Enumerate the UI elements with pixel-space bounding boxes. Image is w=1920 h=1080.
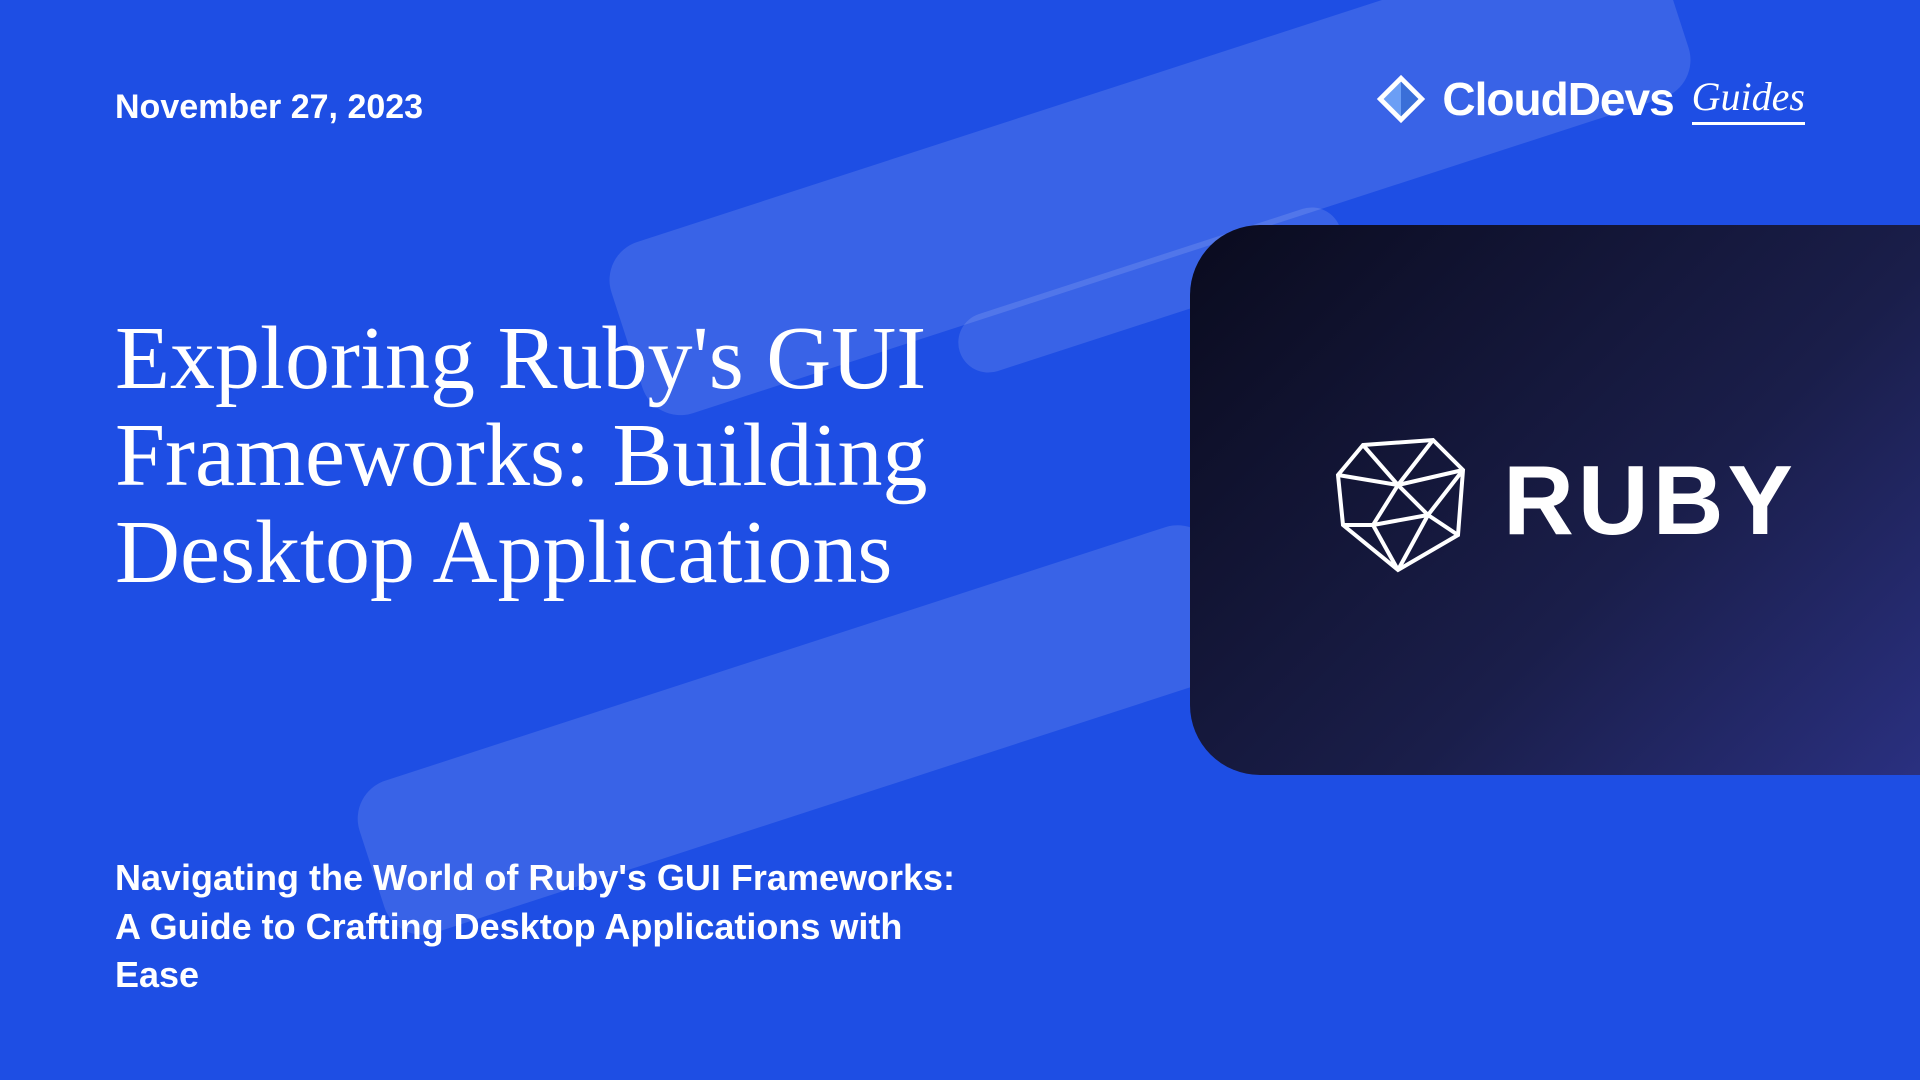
ruby-gem-icon bbox=[1313, 415, 1483, 585]
brand-suffix: Guides bbox=[1692, 73, 1805, 125]
page-subtitle: Navigating the World of Ruby's GUI Frame… bbox=[115, 854, 975, 1000]
ruby-label: RUBY bbox=[1503, 444, 1797, 557]
brand-logo: CloudDevs Guides bbox=[1372, 70, 1805, 128]
page-title: Exploring Ruby's GUI Frameworks: Buildin… bbox=[115, 310, 1065, 602]
clouddevs-icon bbox=[1372, 70, 1430, 128]
brand-name: CloudDevs bbox=[1442, 72, 1673, 126]
ruby-feature-card: RUBY bbox=[1190, 225, 1920, 775]
publish-date: November 27, 2023 bbox=[115, 88, 423, 127]
